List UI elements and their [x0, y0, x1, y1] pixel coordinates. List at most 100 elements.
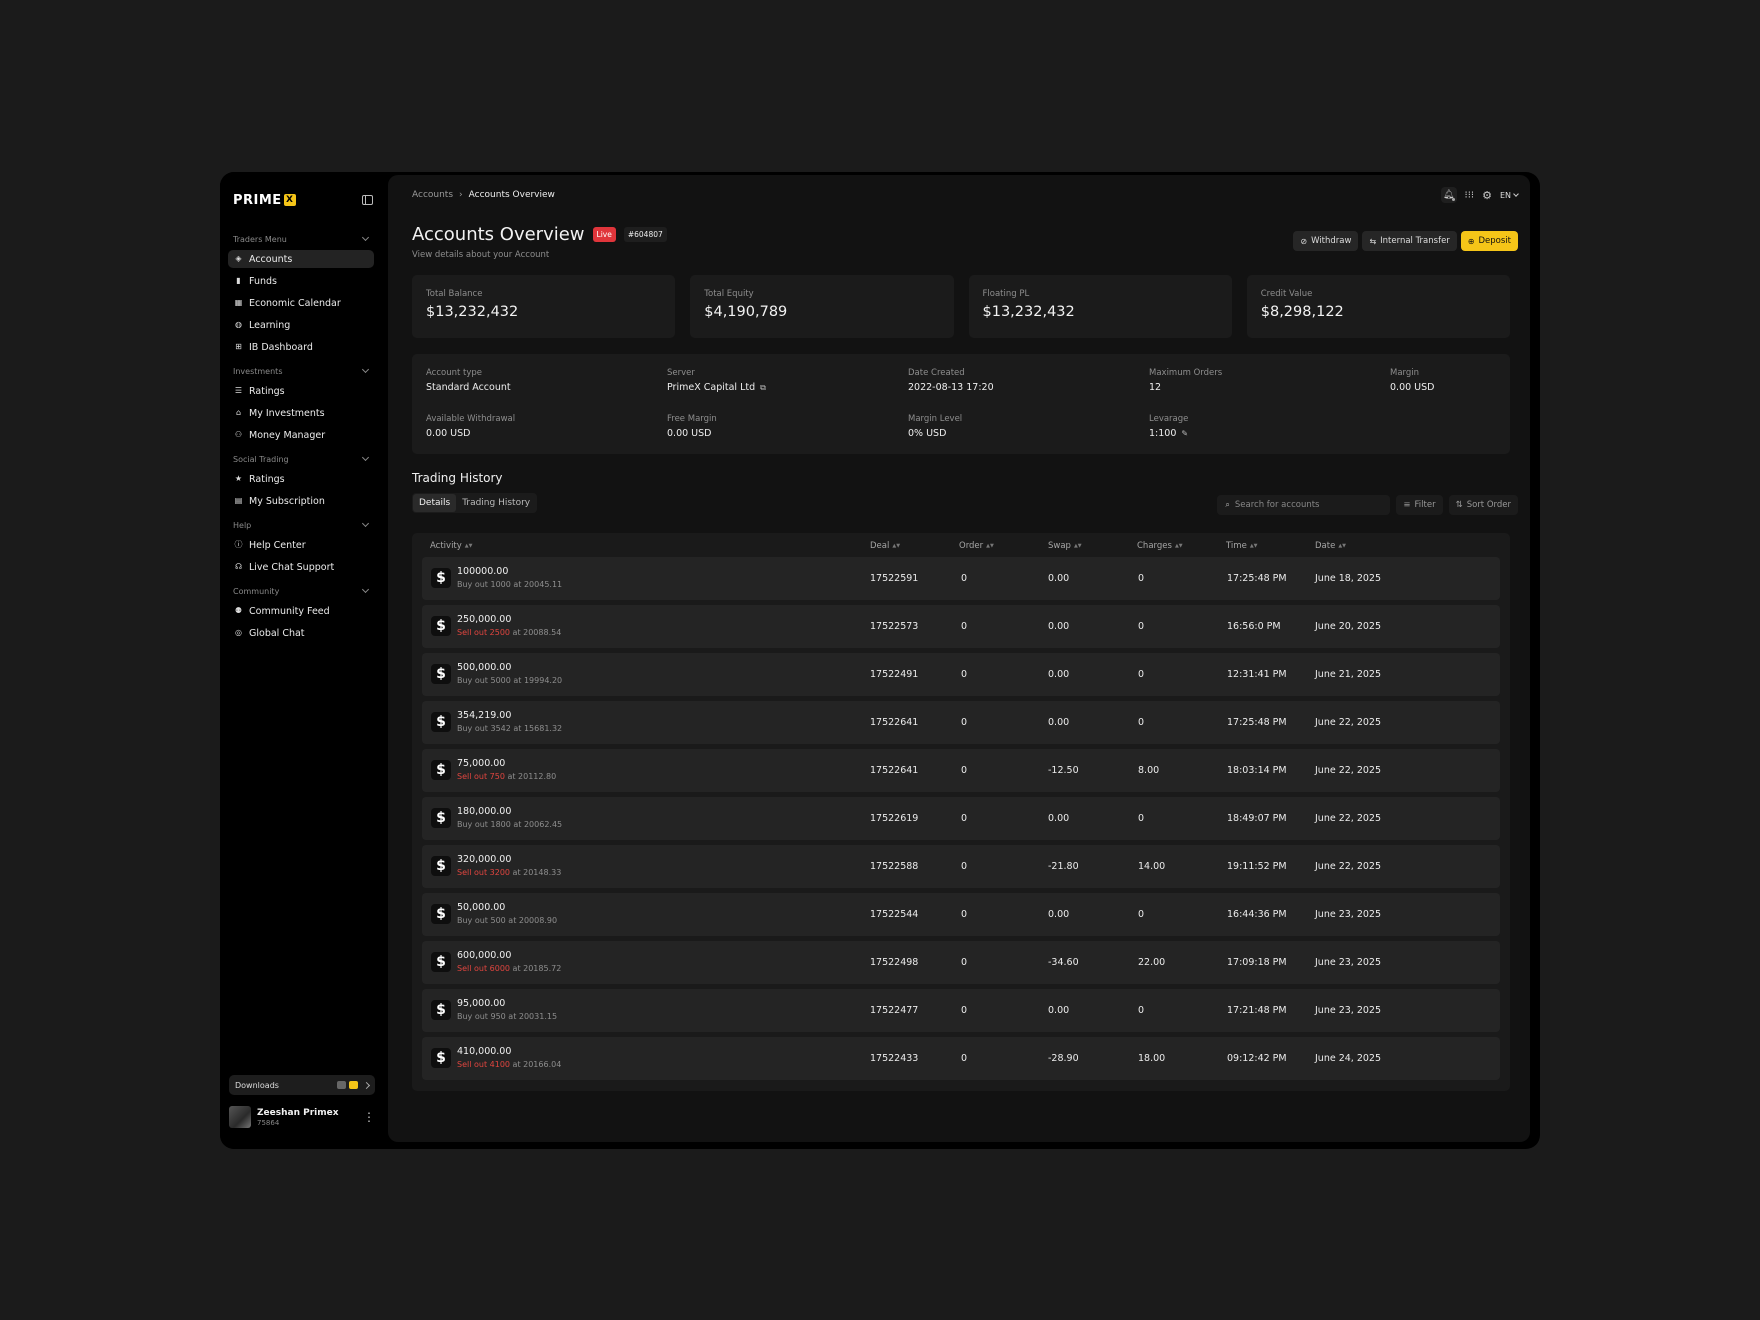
activity-detail: Buy out 5000 at 19994.20	[457, 676, 562, 685]
detail-label: Margin	[1390, 368, 1420, 378]
cell-charges: 18.00	[1138, 1053, 1166, 1064]
logo[interactable]: PRIME X	[233, 193, 296, 208]
breadcrumb-parent[interactable]: Accounts	[412, 190, 453, 200]
top-icons: 🔔︎ ⁝⁝⁝ ⚙ EN	[1440, 187, 1519, 203]
table-row[interactable]: $100000.00 Buy out 1000 at 20045.11 175225…	[422, 557, 1500, 600]
table-row[interactable]: $75,000.00 Sell out 750 at 20112.80 175226…	[422, 749, 1500, 792]
cell-swap: -34.60	[1048, 957, 1079, 968]
sidebar-item-live-chat-support[interactable]: ☊ Live Chat Support	[228, 558, 374, 576]
downloads-button[interactable]: Downloads	[229, 1075, 375, 1095]
available-withdrawal-value: 0.00 USD	[426, 428, 471, 439]
sidebar-item-my-subscription[interactable]: ▤ My Subscription	[228, 492, 374, 510]
column-header-swap[interactable]: Swap ▲▼	[1048, 541, 1082, 551]
column-header-date[interactable]: Date ▲▼	[1315, 541, 1346, 551]
withdraw-button[interactable]: ⊘ Withdraw	[1293, 231, 1359, 251]
cell-deal: 17522491	[870, 669, 919, 680]
table-row[interactable]: $354,219.00 Buy out 3542 at 15681.32 17522…	[422, 701, 1500, 744]
cell-charges: 0	[1138, 813, 1145, 824]
sidebar-item-accounts[interactable]: ◈ Accounts	[228, 250, 374, 268]
sidebar-item-learning[interactable]: ◍ Learning	[228, 316, 374, 334]
chevron-right-icon	[362, 1081, 371, 1089]
server: Server PrimeX Capital Ltd ⧉	[667, 368, 766, 393]
cell-order: 0	[961, 909, 968, 920]
table-row[interactable]: $250,000.00 Sell out 2500 at 20088.54 1752…	[422, 605, 1500, 648]
gear-icon[interactable]: ⚙	[1482, 189, 1492, 202]
column-header-activity[interactable]: Activity ▲▼	[430, 541, 473, 551]
cell-deal: 17522477	[870, 1005, 919, 1016]
language-selector[interactable]: EN	[1500, 191, 1519, 200]
tab-details[interactable]: Details	[413, 494, 457, 512]
activity-amount: 180,000.00	[457, 806, 512, 817]
logo-row: PRIME X	[233, 190, 373, 210]
sidebar-item-funds[interactable]: ▮ Funds	[228, 272, 374, 290]
sidebar-item-ratings[interactable]: ★ Ratings	[228, 470, 374, 488]
cell-date: June 23, 2025	[1315, 1005, 1382, 1016]
sidebar-toggle-icon[interactable]	[362, 195, 373, 205]
table-row[interactable]: $95,000.00 Buy out 950 at 20031.15 1752247…	[422, 989, 1500, 1032]
nav-section-2[interactable]: Social Trading	[228, 450, 374, 468]
sidebar-item-money-manager[interactable]: ⚇ Money Manager	[228, 426, 374, 444]
sidebar-item-community-feed[interactable]: ⚉ Community Feed	[228, 602, 374, 620]
dollar-icon: $	[431, 616, 451, 636]
edit-pencil-icon[interactable]: ✎	[1181, 429, 1188, 438]
detail-label: Server	[667, 368, 695, 378]
breadcrumb-separator: ›	[459, 190, 463, 200]
activity-side: Sell out 3200	[457, 868, 510, 877]
chevron-down-icon	[361, 453, 370, 462]
detail-value: PrimeX Capital Ltd ⧉	[667, 382, 766, 393]
page-subtitle: View details about your Account	[412, 250, 550, 260]
table-row[interactable]: $500,000.00 Buy out 5000 at 19994.20 17522…	[422, 653, 1500, 696]
nav-section-4[interactable]: Community	[228, 582, 374, 600]
apps-grid-icon[interactable]: ⁝⁝⁝	[1465, 190, 1475, 201]
table-row[interactable]: $410,000.00 Sell out 4100 at 20166.04 1752…	[422, 1037, 1500, 1080]
downloads-label: Downloads	[235, 1080, 279, 1090]
tab-trading-history[interactable]: Trading History	[456, 494, 536, 512]
nav-section-label: Investments	[233, 366, 283, 376]
sidebar-item-my-investments[interactable]: ⌂ My Investments	[228, 404, 374, 422]
cell-time: 18:03:14 PM	[1227, 765, 1287, 776]
sidebar-item-ib-dashboard[interactable]: ⊞ IB Dashboard	[228, 338, 374, 356]
sidebar-nav: Traders Menu ◈ Accounts ▮ Funds ▦ Economic Cal…	[228, 224, 374, 646]
table-row[interactable]: $50,000.00 Buy out 500 at 20008.90 1752254…	[422, 893, 1500, 936]
activity-amount: 50,000.00	[457, 902, 506, 913]
activity-price: at 20185.72	[510, 964, 562, 973]
deposit-button[interactable]: ⊕ Deposit	[1460, 231, 1518, 251]
column-header-time[interactable]: Time ▲▼	[1226, 541, 1258, 551]
notification-bell-icon[interactable]: 🔔︎	[1440, 187, 1457, 203]
column-header-deal[interactable]: Deal ▲▼	[870, 541, 900, 551]
nav-section-label: Traders Menu	[233, 234, 287, 244]
more-options-icon[interactable]: ⋮	[363, 1111, 375, 1123]
nav-section-0[interactable]: Traders Menu	[228, 230, 374, 248]
table-row[interactable]: $600,000.00 Sell out 6000 at 20185.72 1752…	[422, 941, 1500, 984]
nav-section-3[interactable]: Help	[228, 516, 374, 534]
sidebar-item-global-chat[interactable]: ◎ Global Chat	[228, 624, 374, 642]
sort-icon: ▲▼	[464, 543, 473, 549]
users-icon: ⚇	[234, 430, 243, 439]
cell-date: June 22, 2025	[1315, 861, 1382, 872]
sidebar-item-ratings[interactable]: ☰ Ratings	[228, 382, 374, 400]
stat-value: $8,298,122	[1260, 304, 1344, 320]
column-header-order[interactable]: Order ▲▼	[959, 541, 994, 551]
detail-value: 0.00 USD	[1390, 382, 1434, 393]
sidebar-item-label: Live Chat Support	[249, 561, 335, 573]
leverage: Levarage 1:100 ✎	[1149, 414, 1188, 439]
sidebar-item-economic-calendar[interactable]: ▦ Economic Calendar	[228, 294, 374, 312]
activity-detail: Buy out 950 at 20031.15	[457, 1012, 557, 1021]
dollar-icon: $	[431, 712, 451, 732]
copy-icon[interactable]: ⧉	[760, 383, 766, 393]
sidebar-item-help-center[interactable]: ⓘ Help Center	[228, 536, 374, 554]
user-name: Zeeshan Primex	[257, 1107, 339, 1118]
table-row[interactable]: $320,000.00 Sell out 3200 at 20148.33 1752…	[422, 845, 1500, 888]
internal-transfer-button[interactable]: ⇆ Internal Transfer	[1362, 231, 1457, 251]
list-icon: ☰	[234, 386, 243, 395]
column-header-charges[interactable]: Charges ▲▼	[1137, 541, 1183, 551]
filter-button[interactable]: ≡ Filter	[1396, 495, 1443, 515]
table-row[interactable]: $180,000.00 Buy out 1800 at 20062.45 17522…	[422, 797, 1500, 840]
stat-value: $13,232,432	[426, 304, 519, 320]
search-input[interactable]	[1234, 500, 1375, 510]
user-profile[interactable]: Zeeshan Primex 75864 ⋮	[229, 1104, 375, 1130]
activity-amount: 100000.00	[457, 566, 509, 577]
nav-section-1[interactable]: Investments	[228, 362, 374, 380]
cell-time: 17:25:48 PM	[1227, 717, 1287, 728]
sort-order-button[interactable]: ⇅ Sort Order	[1448, 495, 1518, 515]
